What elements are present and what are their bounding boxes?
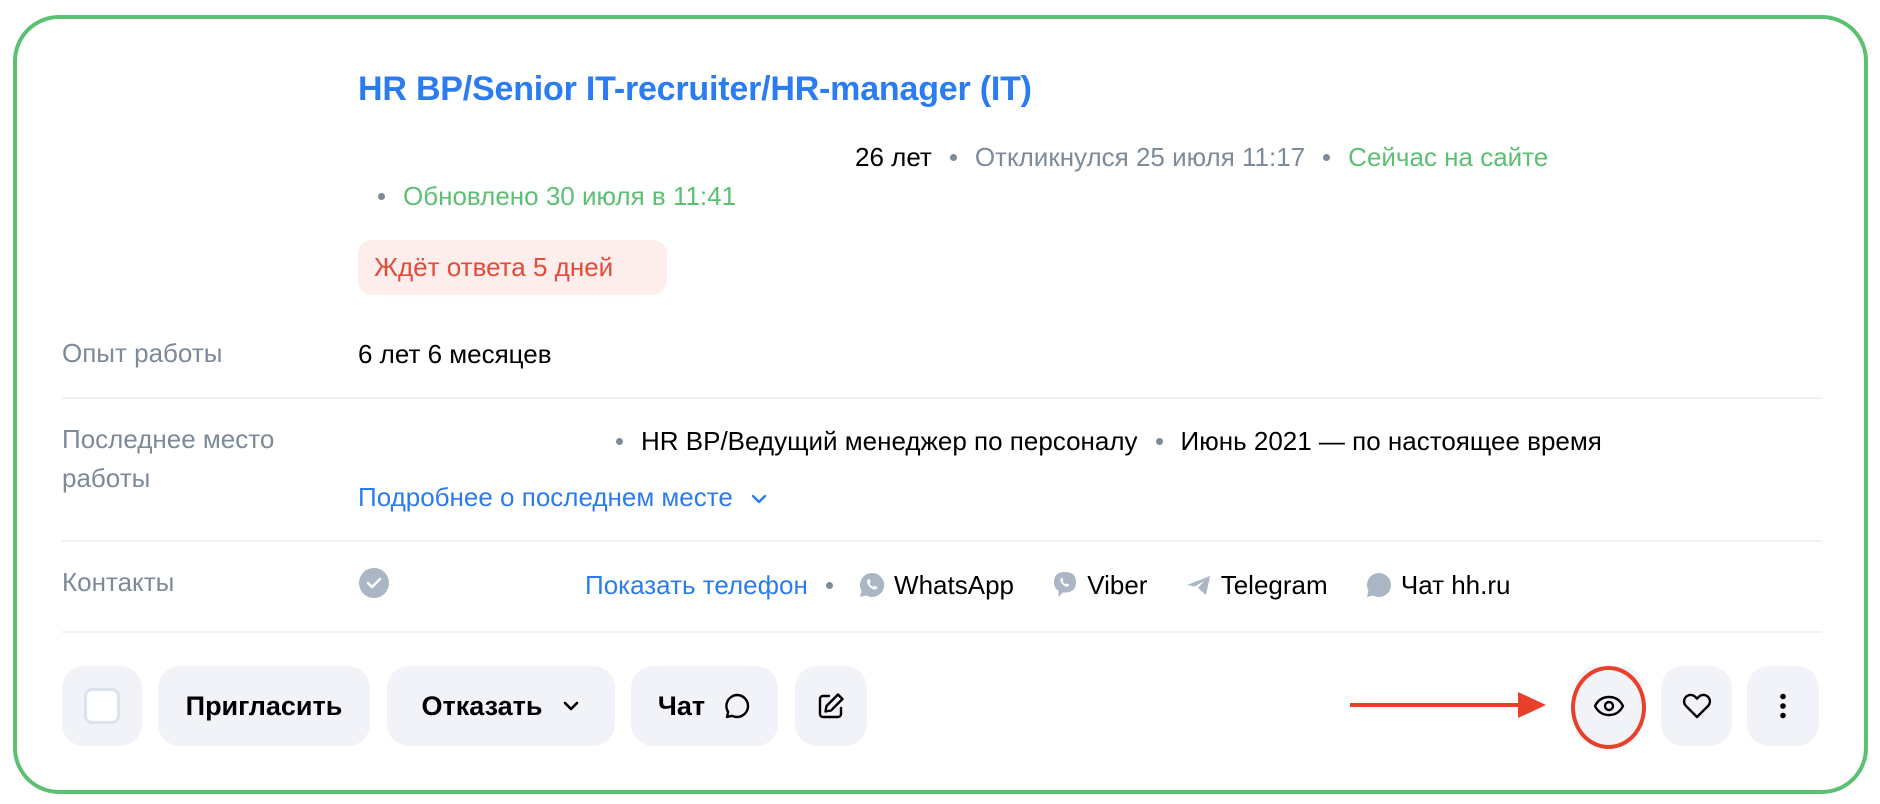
invite-label: Пригласить [185,690,343,721]
experience-label: Опыт работы [62,338,223,368]
divider [62,397,1822,399]
show-phone-link[interactable]: Показать телефон [585,570,808,600]
chevron-down-icon [751,494,767,504]
edit-icon [816,691,846,721]
edit-note-button[interactable] [795,666,867,746]
contacts-list: Показать телефон WhatsApp Viber Telegram… [585,570,1541,602]
responded-date: Откликнулся 25 июля 11:17 [974,142,1306,172]
age: 26 лет [855,142,932,172]
bullet [378,192,385,200]
contacts-label: Контакты [62,567,175,597]
contact-viber-label: Viber [1087,570,1148,600]
bullet [1323,153,1331,161]
divider [62,631,1822,633]
heart-icon [1682,692,1712,720]
last-job-more-link[interactable]: Подробнее о последнем месте [358,482,768,512]
waiting-badge: Ждёт ответа 5 дней [358,240,667,295]
eye-icon [1593,694,1625,718]
online-status: Сейчас на сайте [1348,142,1549,172]
experience-value: 6 лет 6 месяцев [358,339,552,369]
bullet [616,437,623,445]
annotation-arrow [1350,703,1520,707]
chat-label: Чат [657,690,706,721]
last-job-label-line2: работы [62,463,151,493]
resume-title-link[interactable]: HR BP/Senior IT-recruiter/HR-manager (IT… [358,70,1032,109]
contact-whatsapp[interactable]: WhatsApp [858,570,1021,600]
checkbox[interactable] [84,688,120,724]
contact-hh-chat[interactable]: Чат hh.ru [1365,570,1511,600]
telegram-icon [1186,576,1210,596]
meta-line-2: Обновлено 30 июля в 11:41 [358,181,736,211]
last-job-position: HR BP/Ведущий менеджер по персоналу [641,426,1138,456]
more-actions-button[interactable] [1747,666,1819,746]
updated-date: Обновлено 30 июля в 11:41 [403,181,737,211]
last-job-info: HR BP/Ведущий менеджер по персоналу Июнь … [598,426,1602,456]
chat-button[interactable]: Чат [631,666,778,746]
viber-icon [1054,572,1077,598]
contact-viber[interactable]: Viber [1051,570,1154,600]
invite-button[interactable]: Пригласить [158,666,370,746]
select-checkbox-button[interactable] [62,666,142,746]
contact-telegram-label: Telegram [1220,570,1328,600]
verified-check-icon [359,568,389,598]
meta-line-1: 26 лет Откликнулся 25 июля 11:17 Сейчас на… [855,142,1548,172]
bullet [825,581,833,589]
more-vertical-icon [1779,693,1787,719]
bullet [1155,437,1163,445]
contact-telegram[interactable]: Telegram [1185,570,1335,600]
reject-label: Отказать [421,690,543,721]
favorite-button[interactable] [1661,666,1732,746]
last-job-label-line1: Последнее место [62,424,275,454]
contact-hh-chat-label: Чат hh.ru [1400,570,1511,600]
chat-icon [723,692,751,720]
view-button[interactable] [1575,666,1643,746]
chevron-down-icon [561,699,581,713]
chat-bubble-icon [1366,573,1391,598]
last-job-period: Июнь 2021 — по настоящее время [1180,426,1602,456]
reject-button[interactable]: Отказать [387,666,615,746]
last-job-more-label: Подробнее о последнем месте [358,482,733,512]
annotation-arrow-head [1518,692,1546,718]
contact-whatsapp-label: WhatsApp [894,570,1014,600]
whatsapp-icon [860,573,885,598]
divider [62,540,1822,542]
bullet [949,153,957,161]
